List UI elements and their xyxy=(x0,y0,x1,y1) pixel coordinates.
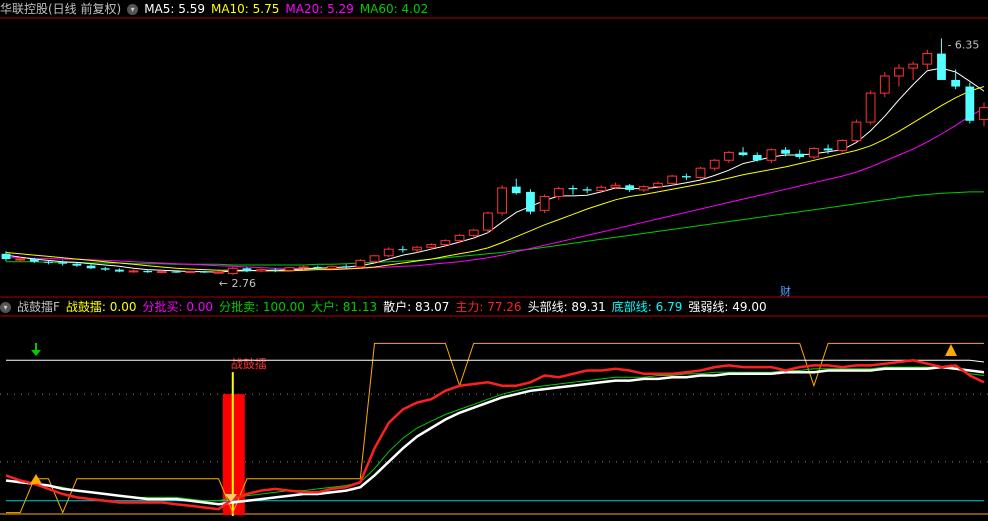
candle-body-down xyxy=(171,271,181,273)
candle-body-down xyxy=(398,249,408,251)
candle-body-down xyxy=(313,266,323,269)
candle-body-up xyxy=(227,267,238,275)
candle-body-down xyxy=(937,53,946,80)
candle-body-up xyxy=(426,244,437,248)
candle-body-up xyxy=(15,258,26,261)
candle-body-down xyxy=(100,268,110,270)
candle-body-up xyxy=(468,229,479,236)
candle-body-up xyxy=(865,92,876,123)
candle-body-down xyxy=(72,263,82,266)
candle-body-down xyxy=(58,262,68,264)
ma60-line xyxy=(6,191,984,266)
candle-body-down xyxy=(200,271,209,273)
candle-body-up xyxy=(483,212,493,231)
candle-body-up xyxy=(383,248,394,257)
top-line xyxy=(6,359,985,363)
candle-body-up xyxy=(497,187,507,214)
candle-body-up xyxy=(553,188,564,198)
candle-body-up xyxy=(128,270,139,273)
candle-body-down xyxy=(738,152,748,156)
candle-body-down xyxy=(270,269,280,271)
candle-body-up xyxy=(213,271,224,274)
candle-body-up xyxy=(809,147,819,158)
candle-body-up xyxy=(369,255,380,263)
high-price-label: - 6.35 xyxy=(947,38,979,51)
ma20-line xyxy=(6,107,985,269)
finance-marker: 财 xyxy=(780,284,791,298)
candle-body-up xyxy=(284,267,295,271)
candle-body-up xyxy=(709,159,720,169)
arrow-down-icon xyxy=(31,350,41,356)
candle-body-up xyxy=(596,186,607,192)
candle-body-up xyxy=(454,234,465,242)
candle-body-up xyxy=(894,67,904,77)
buy-marker-icon xyxy=(945,344,957,356)
candle-body-down xyxy=(511,186,521,194)
candle-body-down xyxy=(781,149,790,154)
dahu-line xyxy=(5,366,985,502)
candle-body-up xyxy=(327,265,337,269)
candle-body-down xyxy=(625,185,635,190)
candle-body-down xyxy=(965,86,975,121)
candle-body-down xyxy=(526,191,535,212)
candle-body-up xyxy=(766,149,777,161)
low-price-label: ← 2.76 xyxy=(219,277,256,290)
candle-body-up xyxy=(440,240,451,246)
candle-body-down xyxy=(1,253,11,260)
candle-body-down xyxy=(143,270,153,273)
candle-body-up xyxy=(653,182,663,188)
candle-body-up xyxy=(355,259,366,268)
candle-body-up xyxy=(922,53,933,65)
candle-body-up xyxy=(298,266,309,269)
signal-label: 战鼓擂 xyxy=(231,357,267,371)
chart-stage: 华联控股(日线 前复权) ▾ MA5: 5.59 MA10: 5.75 MA20: 5.… xyxy=(0,0,988,521)
candle-body-up xyxy=(638,186,649,191)
candle-body-down xyxy=(44,261,53,263)
candle-body-down xyxy=(568,187,578,190)
candle-body-down xyxy=(752,155,762,161)
sanhu-line xyxy=(5,365,985,506)
candle-body-up xyxy=(610,184,621,188)
candle-body-down xyxy=(242,268,252,271)
candle-body-up xyxy=(667,175,678,184)
candle-body-down xyxy=(341,266,351,268)
candle-body-up xyxy=(723,151,734,161)
candle-body-down xyxy=(582,189,592,191)
candle-body-down xyxy=(114,269,124,272)
ma5-line xyxy=(5,67,985,273)
ma10-line xyxy=(5,86,985,272)
candle-body-up xyxy=(879,75,890,94)
zhuli-line xyxy=(5,359,985,511)
candle-body-down xyxy=(86,265,96,269)
candle-body-up xyxy=(412,246,422,251)
candle-body-up xyxy=(908,63,919,69)
candle-body-up xyxy=(695,167,706,178)
candle-body-down xyxy=(795,153,805,157)
candle-body-up xyxy=(256,269,267,272)
candle-body-up xyxy=(979,107,988,120)
candle-body-up xyxy=(539,196,550,211)
candle-body-down xyxy=(951,79,961,87)
candle-body-down xyxy=(823,148,833,151)
candle-body-down xyxy=(29,259,39,262)
chart-svg: - 6.35 ← 2.76 财战鼓擂 xyxy=(0,17,988,516)
candle-body-down xyxy=(681,176,691,178)
candle-body-up xyxy=(157,271,167,274)
candle-body-up xyxy=(851,121,862,142)
candle-body-up xyxy=(837,140,848,151)
candle-body-up xyxy=(185,271,196,274)
